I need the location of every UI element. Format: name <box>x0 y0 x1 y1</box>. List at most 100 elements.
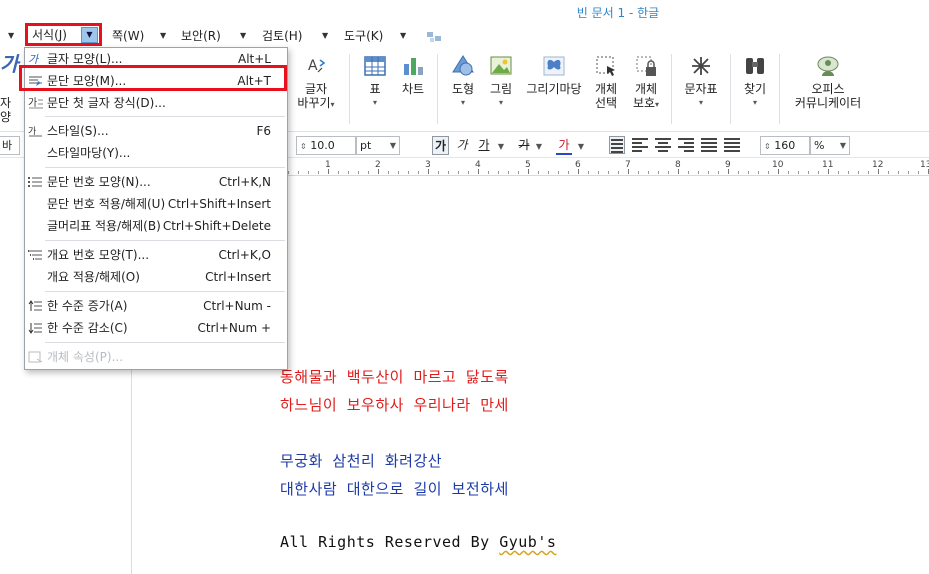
find-button[interactable]: 찾기 ▾ <box>740 54 770 110</box>
menu-bullet-toggle[interactable]: 글머리표 적용/해제(B) Ctrl+Shift+Delete <box>25 215 287 237</box>
object-protect-label-1: 개체 <box>634 82 658 96</box>
unit-value: pt <box>360 139 372 152</box>
table-button[interactable]: 표 ▾ <box>362 54 388 110</box>
chart-label: 차트 <box>401 82 425 96</box>
menu-para-number-toggle-label: 문단 번호 적용/해제(U) <box>47 197 166 211</box>
unit-select[interactable]: pt ▼ <box>356 136 400 155</box>
menu-level-increase-label: 한 수준 증가(A) <box>47 299 128 313</box>
doc-line-4: 대한사람 대한으로 길이 보전하세 <box>280 480 509 498</box>
chevron-down-icon[interactable]: ▼ <box>81 27 98 43</box>
increase-level-icon <box>28 300 42 311</box>
menu-bar: ▼ 쪽(W) ▼ 보안(R) ▼ 검토(H) ▼ 도구(K) ▼ <box>0 24 929 46</box>
font-size-spin-icon: ⇕ <box>300 142 307 151</box>
menu-outline-number-shape[interactable]: 개요 번호 모양(T)... Ctrl+K,O <box>25 244 287 266</box>
center-align-icon[interactable] <box>655 138 671 152</box>
ruler-tick <box>508 171 509 174</box>
ruler-tick <box>658 171 659 174</box>
ruler-tick <box>728 169 729 174</box>
ruler-tick <box>298 171 299 174</box>
menu-level-decrease-shortcut: Ctrl+Num + <box>197 321 271 335</box>
menu-separator <box>45 167 285 168</box>
menu-level-decrease-label: 한 수준 감소(C) <box>47 321 128 335</box>
menu-review[interactable]: 검토(H) <box>262 27 302 45</box>
network-icon[interactable] <box>426 30 442 44</box>
chevron-down-icon[interactable]: ▼ <box>240 27 246 45</box>
menu-outline-toggle[interactable]: 개요 적용/해제(O) Ctrl+Insert <box>25 266 287 288</box>
zoom-unit-select[interactable]: % ▼ <box>810 136 850 155</box>
office-communicator-label-1: 오피스 <box>811 82 845 96</box>
chevron-down-icon[interactable]: ▼ <box>322 27 328 45</box>
chevron-down-icon[interactable]: ▼ <box>8 27 14 45</box>
menu-tools[interactable]: 도구(K) <box>344 27 383 45</box>
ruler-tick <box>838 171 839 174</box>
chevron-down-icon[interactable]: ▼ <box>534 136 544 155</box>
find-label: 찾기 <box>743 82 767 96</box>
ruler-tick <box>498 171 499 174</box>
chevron-down-icon[interactable]: ▼ <box>576 136 586 155</box>
ribbon-separator <box>671 54 672 124</box>
menu-dropcap[interactable]: 가 문단 첫 글자 장식(D)... <box>25 92 287 114</box>
doc-line-1: 동해물과 백두산이 마르고 닳도록 <box>280 368 509 386</box>
doc-line-5: All Rights Reserved By Gyub's <box>280 533 556 551</box>
ruler-tick <box>778 169 779 174</box>
style-select[interactable]: 바 <box>0 136 20 155</box>
ruler-tick <box>908 171 909 174</box>
doc-line-2: 하느님이 보우하사 우리나라 만세 <box>280 396 509 414</box>
underline-button[interactable]: 가 <box>476 136 492 155</box>
char-change-button[interactable]: A 글자 바꾸기▾ <box>296 54 336 112</box>
horizontal-ruler[interactable]: 1 2 3 4 5 6 7 8 9 10 11 12 13 <box>288 158 929 176</box>
font-size-input[interactable]: ⇕ 10.0 <box>296 136 356 155</box>
menu-para-number-shape[interactable]: 문단 번호 모양(N)... Ctrl+K,N <box>25 171 287 193</box>
ruler-tick <box>848 171 849 174</box>
ruler-tick <box>808 171 809 174</box>
object-protect-button[interactable]: 개체 보호▾ <box>630 54 662 112</box>
distribute-align-icon[interactable] <box>701 138 717 152</box>
menu-para-number-toggle[interactable]: 문단 번호 적용/해제(U) Ctrl+Shift+Insert <box>25 193 287 215</box>
butterfly-icon <box>543 56 565 76</box>
ruler-tick <box>708 171 709 174</box>
ruler-tick <box>378 169 379 174</box>
ruler-tick <box>738 171 739 174</box>
left-align-icon[interactable] <box>632 138 648 152</box>
menu-outline-toggle-shortcut: Ctrl+Insert <box>205 270 271 284</box>
menu-object-properties[interactable]: 개체 속성(P)... <box>25 346 287 368</box>
menu-outline-toggle-label: 개요 적용/해제(O) <box>47 270 140 284</box>
ribbon-left-label-2: 양 <box>0 110 12 124</box>
ruler-tick <box>488 171 489 174</box>
right-align-icon[interactable] <box>678 138 694 152</box>
outline-list-icon <box>28 250 42 260</box>
justify-align-icon[interactable] <box>609 136 625 154</box>
menu-style-shop[interactable]: 스타일마당(Y)... <box>25 142 287 164</box>
strike-button[interactable]: 가 <box>516 136 532 155</box>
italic-button[interactable]: 가 <box>454 136 470 155</box>
svg-text:가: 가 <box>28 97 37 109</box>
ruler-tick <box>818 171 819 174</box>
menu-style[interactable]: 가 스타일(S)... F6 <box>25 120 287 142</box>
menu-format[interactable]: 서식(J) ▼ <box>25 23 102 46</box>
select-arrow-icon <box>596 56 615 76</box>
char-table-button[interactable]: 문자표 ▾ <box>681 54 721 110</box>
bold-button[interactable]: 가 <box>432 136 449 155</box>
shape-button[interactable]: 도형 ▾ <box>447 54 479 110</box>
menu-separator <box>45 342 285 343</box>
menu-page[interactable]: 쪽(W) <box>112 27 144 45</box>
object-select-button[interactable]: 개체 선택 <box>591 54 621 110</box>
ruler-tick <box>798 171 799 174</box>
chevron-down-icon[interactable]: ▼ <box>400 27 406 45</box>
shape-icon <box>452 55 474 76</box>
divide-align-icon[interactable] <box>724 138 740 152</box>
menu-level-increase[interactable]: 한 수준 증가(A) Ctrl+Num - <box>25 295 287 317</box>
ruler-tick <box>428 169 429 174</box>
zoom-input[interactable]: ⇕ 160 <box>760 136 810 155</box>
menu-level-decrease[interactable]: 한 수준 감소(C) Ctrl+Num + <box>25 317 287 339</box>
chevron-down-icon[interactable]: ▼ <box>160 27 166 45</box>
chart-button[interactable]: 차트 <box>398 54 428 96</box>
picture-button[interactable]: 그림 ▾ <box>486 54 516 110</box>
chevron-down-icon[interactable]: ▼ <box>496 136 506 155</box>
drawing-shop-button[interactable]: 그리기마당 <box>523 54 585 96</box>
ruler-tick <box>578 169 579 174</box>
menu-security[interactable]: 보안(R) <box>181 27 221 45</box>
menu-separator <box>45 291 285 292</box>
font-color-button[interactable]: 가 <box>556 136 572 155</box>
office-communicator-button[interactable]: 오피스 커뮤니케이터 <box>788 54 868 110</box>
